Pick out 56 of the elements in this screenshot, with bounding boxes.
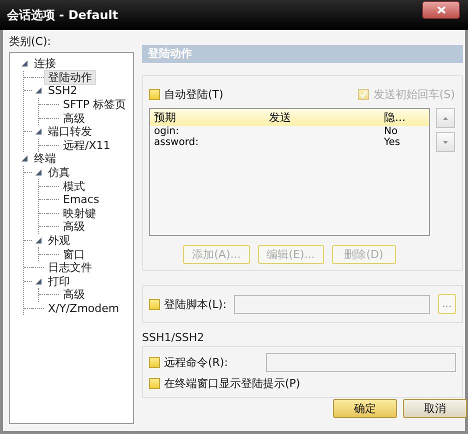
tree-item[interactable]: 远程/X11 (59, 138, 114, 153)
move-up-button[interactable] (436, 108, 455, 128)
tree-item[interactable]: 映射键 (59, 206, 100, 221)
panel-header: 登陆动作 (142, 45, 463, 63)
tree-item[interactable]: 打印 (44, 274, 74, 289)
tree-item[interactable]: 登陆动作 (44, 70, 96, 85)
close-button[interactable] (422, 1, 460, 19)
checkbox[interactable] (149, 378, 160, 389)
expand-icon[interactable] (20, 60, 28, 68)
tree-item[interactable]: Emacs (59, 192, 104, 208)
tree-item[interactable]: 终端 (30, 151, 60, 166)
list-box[interactable]: 预期 发送 隐... ogin: No assword: Yes (149, 108, 430, 236)
table-cell-text: No (384, 126, 399, 137)
dialog-button[interactable]: 确定 (332, 399, 397, 418)
checkbox[interactable] (149, 88, 160, 100)
column-header[interactable]: 预期 (154, 110, 269, 125)
move-down-button[interactable] (436, 132, 455, 152)
checkbox[interactable] (149, 357, 160, 368)
checkbox-label[interactable]: 自动登陆(T) (164, 86, 224, 102)
checkbox-label[interactable]: 在终端窗口显示登陆提示(P) (164, 376, 300, 391)
category-label: 类别(C): (9, 34, 52, 49)
group-label: SSH1/SSH2 (142, 331, 206, 344)
tree-item[interactable]: SSH2 (44, 83, 82, 98)
tree-item[interactable]: 日志文件 (44, 260, 96, 276)
tree-item[interactable]: 外观 (44, 233, 74, 248)
window-title: 会话选项 - Default (7, 6, 118, 24)
script-field[interactable] (234, 294, 430, 314)
tree-item[interactable]: SFTP 标签页 (59, 97, 130, 112)
expand-icon[interactable] (20, 155, 28, 162)
checkbox-label[interactable]: 登陆脚本(L): (164, 296, 226, 312)
table-cell-text: ogin: (154, 126, 179, 137)
column-header[interactable]: 隐... (384, 110, 429, 125)
table-cell-text: Yes (384, 137, 402, 148)
close-icon (436, 6, 446, 14)
checkbox-label[interactable]: 远程命令(R): (164, 355, 228, 370)
column-header[interactable]: 发送 (269, 110, 384, 125)
expand-icon[interactable] (34, 169, 42, 176)
tree-item[interactable]: 端口转发 (44, 124, 96, 140)
dialog-button[interactable]: 取消 (402, 399, 467, 418)
tree-item[interactable]: 仿真 (44, 165, 74, 180)
up-arrow-icon (442, 116, 448, 120)
expand-icon[interactable] (34, 87, 42, 94)
table-cell-text: assword: (154, 137, 200, 148)
tree-item[interactable]: 高级 (59, 110, 89, 126)
tree-item[interactable]: 高级 (59, 287, 89, 302)
tree-item[interactable]: 高级 (59, 219, 89, 234)
tree-item[interactable]: 模式 (59, 178, 89, 194)
command-field[interactable] (266, 353, 456, 372)
checkbox[interactable] (149, 298, 160, 310)
tree-item[interactable]: X/Y/Zmodem (44, 300, 124, 316)
expand-icon[interactable] (34, 128, 42, 136)
tree-item[interactable]: 连接 (30, 56, 60, 72)
down-arrow-icon (442, 140, 448, 144)
expand-icon[interactable] (34, 278, 42, 285)
tree-item[interactable]: 窗口 (59, 246, 89, 262)
expand-icon[interactable] (34, 237, 42, 244)
